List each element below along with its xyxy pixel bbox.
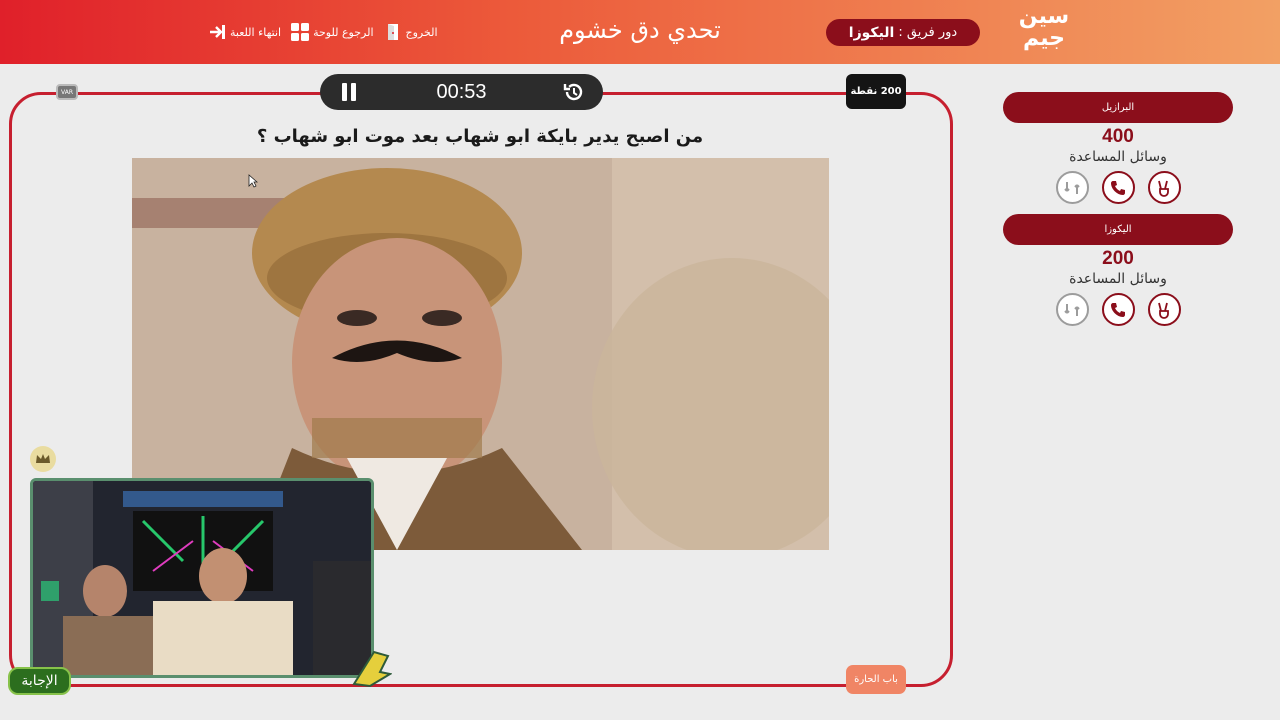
header-nav: انتهاء اللعبة الرجوع للوحة الخروج bbox=[208, 21, 438, 43]
back-to-board-label: الرجوع للوحة bbox=[313, 25, 374, 39]
turn-team-name: اليكوزا bbox=[848, 24, 895, 41]
team-card-yakuza: اليكوزا 200 وسائل المساعدة bbox=[1003, 214, 1233, 326]
category-badge: باب الحارة bbox=[846, 665, 906, 694]
team-card-brazil: البرازيل 400 وسائل المساعدة bbox=[1003, 92, 1233, 204]
team-name: البرازيل bbox=[1003, 92, 1233, 123]
pause-icon[interactable] bbox=[338, 81, 360, 103]
end-game-label: انتهاء اللعبة bbox=[230, 25, 282, 39]
crown-badge-icon bbox=[30, 446, 56, 472]
lifeline-swap[interactable] bbox=[1055, 171, 1089, 204]
team-name: اليكوزا bbox=[1003, 214, 1233, 245]
lifeline-phone[interactable] bbox=[1101, 171, 1135, 204]
mouse-cursor-icon bbox=[248, 174, 258, 188]
app-logo: سين جيم bbox=[1018, 4, 1070, 51]
swap-icon bbox=[1064, 303, 1080, 316]
streamer-webcam bbox=[30, 478, 374, 678]
lifeline-double[interactable] bbox=[1147, 293, 1181, 326]
lifelines-row bbox=[1003, 293, 1233, 326]
team-score: 200 bbox=[1102, 248, 1134, 269]
swap-icon bbox=[1064, 181, 1080, 194]
phone-icon bbox=[1111, 302, 1125, 317]
exit-label: الخروج bbox=[405, 25, 438, 39]
countdown-timer: 00:53 bbox=[320, 74, 603, 110]
show-answer-button[interactable]: الإجابة bbox=[8, 667, 71, 695]
question-points-badge: 200 نقطة bbox=[846, 74, 906, 109]
timer-value: 00:53 bbox=[436, 80, 487, 103]
lifelines-row bbox=[1003, 171, 1233, 204]
peace-hand-icon bbox=[1158, 302, 1169, 319]
exit-door-icon bbox=[384, 23, 402, 41]
end-game-icon bbox=[208, 23, 226, 41]
game-title: تحدي دق خشوم bbox=[559, 16, 721, 44]
var-tag: VAR bbox=[56, 84, 78, 100]
back-to-board-button[interactable]: الرجوع للوحة bbox=[291, 23, 374, 41]
phone-icon bbox=[1111, 180, 1125, 195]
peace-hand-icon bbox=[1158, 180, 1169, 197]
exit-button[interactable]: الخروج bbox=[384, 23, 438, 41]
helpers-label: وسائل المساعدة bbox=[1069, 271, 1167, 287]
lifeline-phone[interactable] bbox=[1101, 293, 1135, 326]
stream-logo-corner-icon bbox=[352, 650, 392, 688]
helpers-label: وسائل المساعدة bbox=[1069, 149, 1167, 165]
turn-label: دور فريق : bbox=[898, 25, 958, 40]
team-score: 400 bbox=[1102, 126, 1134, 147]
grid-board-icon bbox=[291, 23, 310, 41]
lifeline-swap[interactable] bbox=[1055, 293, 1089, 326]
lifeline-double[interactable] bbox=[1147, 171, 1181, 204]
question-text: من اصبح يدير بايكة ابو شهاب بعد موت ابو … bbox=[256, 126, 704, 147]
end-game-button[interactable]: انتهاء اللعبة bbox=[208, 23, 281, 41]
current-turn-pill: دور فريق : اليكوزا bbox=[826, 19, 980, 46]
reset-timer-icon[interactable] bbox=[563, 81, 585, 103]
top-bar: سين جيم دور فريق : اليكوزا تحدي دق خشوم … bbox=[0, 0, 1280, 64]
